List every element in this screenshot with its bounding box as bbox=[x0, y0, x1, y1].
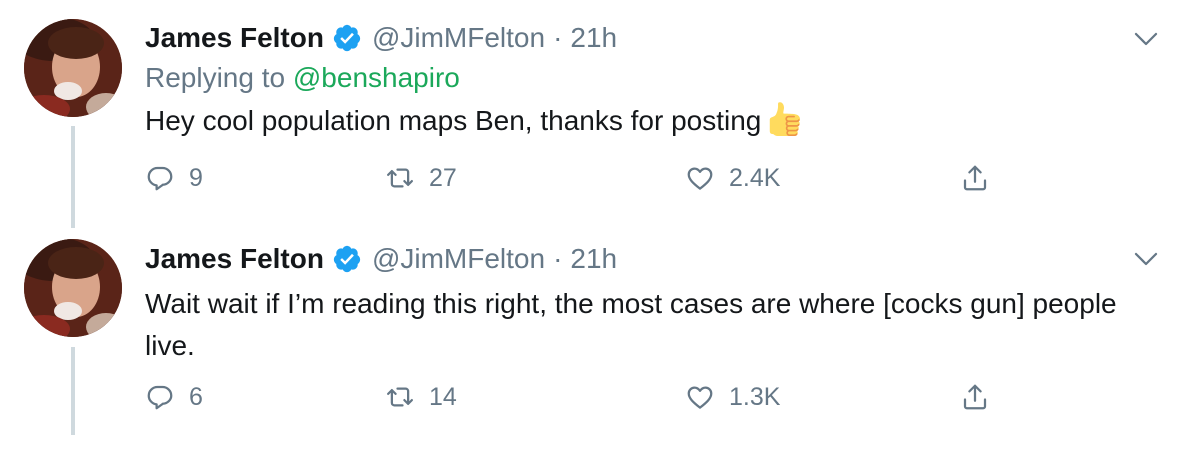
verified-badge-icon bbox=[332, 23, 362, 53]
replying-to-mention[interactable]: @benshapiro bbox=[293, 62, 460, 93]
reply-button[interactable]: 6 bbox=[145, 381, 203, 413]
replying-to: Replying to @benshapiro bbox=[145, 62, 460, 94]
reply-count: 6 bbox=[189, 382, 203, 411]
like-button[interactable]: 2.4K bbox=[685, 162, 780, 194]
tweet[interactable]: James Felton @JimMFelton · 21h Replying … bbox=[0, 0, 1191, 228]
heart-icon bbox=[687, 167, 713, 190]
author-name[interactable]: James Felton bbox=[145, 22, 324, 54]
author-name[interactable]: James Felton bbox=[145, 243, 324, 275]
author-handle[interactable]: @JimMFelton bbox=[372, 22, 545, 54]
reply-count: 9 bbox=[189, 163, 203, 192]
thread-line bbox=[71, 347, 75, 435]
share-button[interactable] bbox=[960, 381, 990, 413]
share-icon bbox=[963, 165, 987, 191]
retweet-icon bbox=[387, 168, 413, 188]
verified-badge-icon bbox=[332, 244, 362, 274]
like-count: 1.3K bbox=[729, 382, 781, 411]
timestamp[interactable]: 21h bbox=[570, 243, 617, 275]
retweet-count: 27 bbox=[429, 163, 457, 192]
tweet-header: James Felton @JimMFelton · 21h bbox=[145, 241, 617, 277]
like-count: 2.4K bbox=[729, 163, 781, 192]
thread-line bbox=[71, 126, 75, 228]
chevron-down-icon[interactable] bbox=[1131, 24, 1161, 54]
retweet-count: 14 bbox=[429, 382, 457, 411]
tweet-text: Wait wait if I’m reading this right, the… bbox=[145, 288, 1117, 361]
avatar-photo bbox=[24, 19, 122, 117]
author-handle[interactable]: @JimMFelton bbox=[372, 243, 545, 275]
avatar-photo bbox=[24, 239, 122, 337]
like-button[interactable]: 1.3K bbox=[685, 381, 780, 413]
avatar[interactable] bbox=[24, 239, 122, 337]
chevron-down-icon[interactable] bbox=[1131, 244, 1161, 274]
retweet-button[interactable]: 14 bbox=[385, 381, 457, 413]
tweet-actions: 6 14 1.3K bbox=[145, 381, 1005, 413]
reply-icon bbox=[147, 385, 173, 410]
tweet-header: James Felton @JimMFelton · 21h bbox=[145, 20, 617, 56]
tweet[interactable]: James Felton @JimMFelton · 21h Wait wait… bbox=[0, 225, 1191, 449]
tweet-text: Hey cool population maps Ben, thanks for… bbox=[145, 100, 1135, 142]
thumbs-up-icon bbox=[767, 102, 801, 136]
tweet-text-content: Hey cool population maps Ben, thanks for… bbox=[145, 105, 762, 136]
replying-to-label: Replying to bbox=[145, 62, 286, 93]
tweet-actions: 9 27 2.4K bbox=[145, 162, 1005, 194]
reply-button[interactable]: 9 bbox=[145, 162, 203, 194]
retweet-button[interactable]: 27 bbox=[385, 162, 457, 194]
share-icon bbox=[963, 384, 987, 410]
separator-dot: · bbox=[553, 243, 563, 274]
reply-icon bbox=[147, 166, 173, 191]
share-button[interactable] bbox=[960, 162, 990, 194]
retweet-icon bbox=[387, 387, 413, 407]
heart-icon bbox=[687, 386, 713, 409]
timestamp[interactable]: 21h bbox=[570, 22, 617, 54]
avatar[interactable] bbox=[24, 19, 122, 117]
separator-dot: · bbox=[553, 22, 563, 53]
